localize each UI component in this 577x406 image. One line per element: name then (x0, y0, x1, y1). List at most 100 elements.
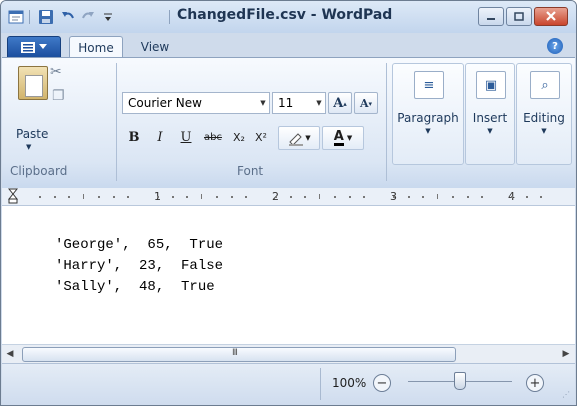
ruler-dot (245, 196, 247, 198)
minimize-button[interactable] (478, 7, 504, 26)
font-size-value: 11 (278, 96, 294, 110)
ruler-tick (201, 194, 202, 199)
underline-icon: U (180, 129, 192, 145)
ruler-dot (304, 196, 306, 198)
subscript-icon: X₂ (233, 130, 245, 144)
help-icon[interactable]: ? (547, 38, 563, 54)
group-separator (386, 63, 387, 181)
scrollbar-grip: III (232, 348, 238, 358)
document-line[interactable]: 'Sally', 48, True (55, 279, 215, 295)
scrollbar-thumb[interactable]: III (22, 347, 456, 362)
underline-button[interactable]: U (174, 126, 198, 148)
ruler-dot (186, 196, 188, 198)
italic-icon: I (157, 129, 163, 145)
redo-icon[interactable] (79, 8, 97, 26)
strikethrough-button[interactable]: abc (200, 126, 226, 148)
ruler-dot (422, 196, 424, 198)
plus-icon: + (529, 375, 541, 391)
ruler-tick (83, 194, 84, 199)
save-icon[interactable] (37, 8, 55, 26)
ruler-dot (334, 196, 336, 198)
document-area[interactable]: 'George', 65, True 'Harry', 23, False 'S… (2, 206, 575, 344)
zoom-out-button[interactable]: − (373, 374, 391, 392)
document-line[interactable]: 'George', 65, True (55, 237, 223, 253)
indent-marker-icon[interactable] (8, 188, 18, 204)
ruler-dot (290, 196, 292, 198)
tab-label: View (140, 39, 170, 54)
insert-label: Insert (472, 111, 508, 125)
ruler-dot (408, 196, 410, 198)
horizontal-scrollbar[interactable]: ◀ III ▶ (2, 344, 575, 363)
editing-button[interactable]: ⌕ Editing ▼ (516, 63, 572, 165)
chevron-down-icon: ▼ (260, 99, 266, 107)
subscript-button[interactable]: X₂ (228, 126, 250, 148)
bold-button[interactable]: B (122, 126, 146, 148)
file-menu-button[interactable] (7, 36, 61, 58)
chevron-down-icon: ▼ (487, 127, 493, 135)
paragraph-label: Paragraph (397, 111, 459, 125)
zoom-in-button[interactable]: + (526, 374, 544, 392)
document-line[interactable]: 'Harry', 23, False (55, 258, 223, 274)
maximize-button[interactable] (506, 7, 532, 26)
cut-icon[interactable]: ✂ (50, 64, 62, 80)
ruler-dot (68, 196, 70, 198)
paragraph-icon: ≡ (414, 71, 444, 99)
font-family-value: Courier New (128, 96, 202, 110)
ruler-dot (526, 196, 528, 198)
bold-icon: B (128, 129, 140, 145)
tab-label: Home (78, 40, 114, 55)
shrink-font-button[interactable]: A ▾ (354, 92, 378, 114)
font-color-button[interactable]: A ▼ (322, 126, 364, 150)
paste-button[interactable]: Paste ▼ (6, 60, 48, 156)
ruler-dot (363, 196, 365, 198)
resize-grip-icon[interactable]: ⋰ (562, 390, 570, 399)
status-separator (320, 368, 321, 400)
close-button[interactable] (534, 7, 568, 26)
undo-icon[interactable] (59, 8, 77, 26)
paragraph-button[interactable]: ≡ Paragraph ▼ (392, 63, 464, 165)
superscript-icon: X² (255, 130, 267, 144)
ruler-dot (216, 196, 218, 198)
close-icon (545, 10, 557, 24)
scroll-right-icon[interactable]: ▶ (560, 348, 572, 360)
ruler-dot (481, 196, 483, 198)
ruler-tick (437, 194, 438, 199)
ruler-dot (540, 196, 542, 198)
wordpad-window: ChangedFile.csv - WordPad Home View ? Pa… (0, 0, 577, 406)
superscript-button[interactable]: X² (250, 126, 272, 148)
group-label-font: Font (237, 164, 264, 178)
menu-icon (21, 41, 35, 53)
title-separator (169, 10, 170, 24)
ruler-dot (98, 196, 100, 198)
tab-home[interactable]: Home (69, 36, 123, 58)
strikethrough-icon: abc (204, 131, 222, 143)
window-title: ChangedFile.csv - WordPad (177, 7, 393, 23)
paste-icon (18, 66, 48, 100)
font-size-select[interactable]: 11 ▼ (272, 92, 326, 114)
highlight-color-button[interactable]: ▼ (278, 126, 320, 150)
grow-font-button[interactable]: A ▴ (328, 92, 352, 114)
copy-icon[interactable]: ❐ (52, 88, 65, 104)
highlighter-icon (289, 133, 304, 146)
zoom-slider-thumb[interactable] (454, 372, 466, 390)
ruler-dot (511, 196, 513, 198)
tab-view[interactable]: View (129, 36, 181, 57)
scroll-left-icon[interactable]: ◀ (4, 348, 16, 360)
wordpad-icon[interactable] (7, 8, 25, 26)
minus-icon: − (376, 375, 388, 391)
ruler-dot (349, 196, 351, 198)
toolbar-separator (29, 10, 30, 24)
shrink-font-icon: A (359, 96, 369, 110)
group-separator (116, 63, 117, 181)
ruler-dot (467, 196, 469, 198)
font-family-select[interactable]: Courier New ▼ (122, 92, 270, 114)
ruler-dot (393, 196, 395, 198)
clipboard-group: Paste ▼ ✂ ❐ Clipboard (2, 58, 114, 186)
italic-button[interactable]: I (148, 126, 172, 148)
insert-button[interactable]: ▣ Insert ▼ (465, 63, 515, 165)
zoom-level[interactable]: 100% (332, 376, 366, 390)
chevron-down-icon (39, 44, 47, 49)
chevron-down-icon[interactable] (99, 8, 117, 26)
ruler-dot (452, 196, 454, 198)
grow-font-icon: A (333, 95, 344, 111)
